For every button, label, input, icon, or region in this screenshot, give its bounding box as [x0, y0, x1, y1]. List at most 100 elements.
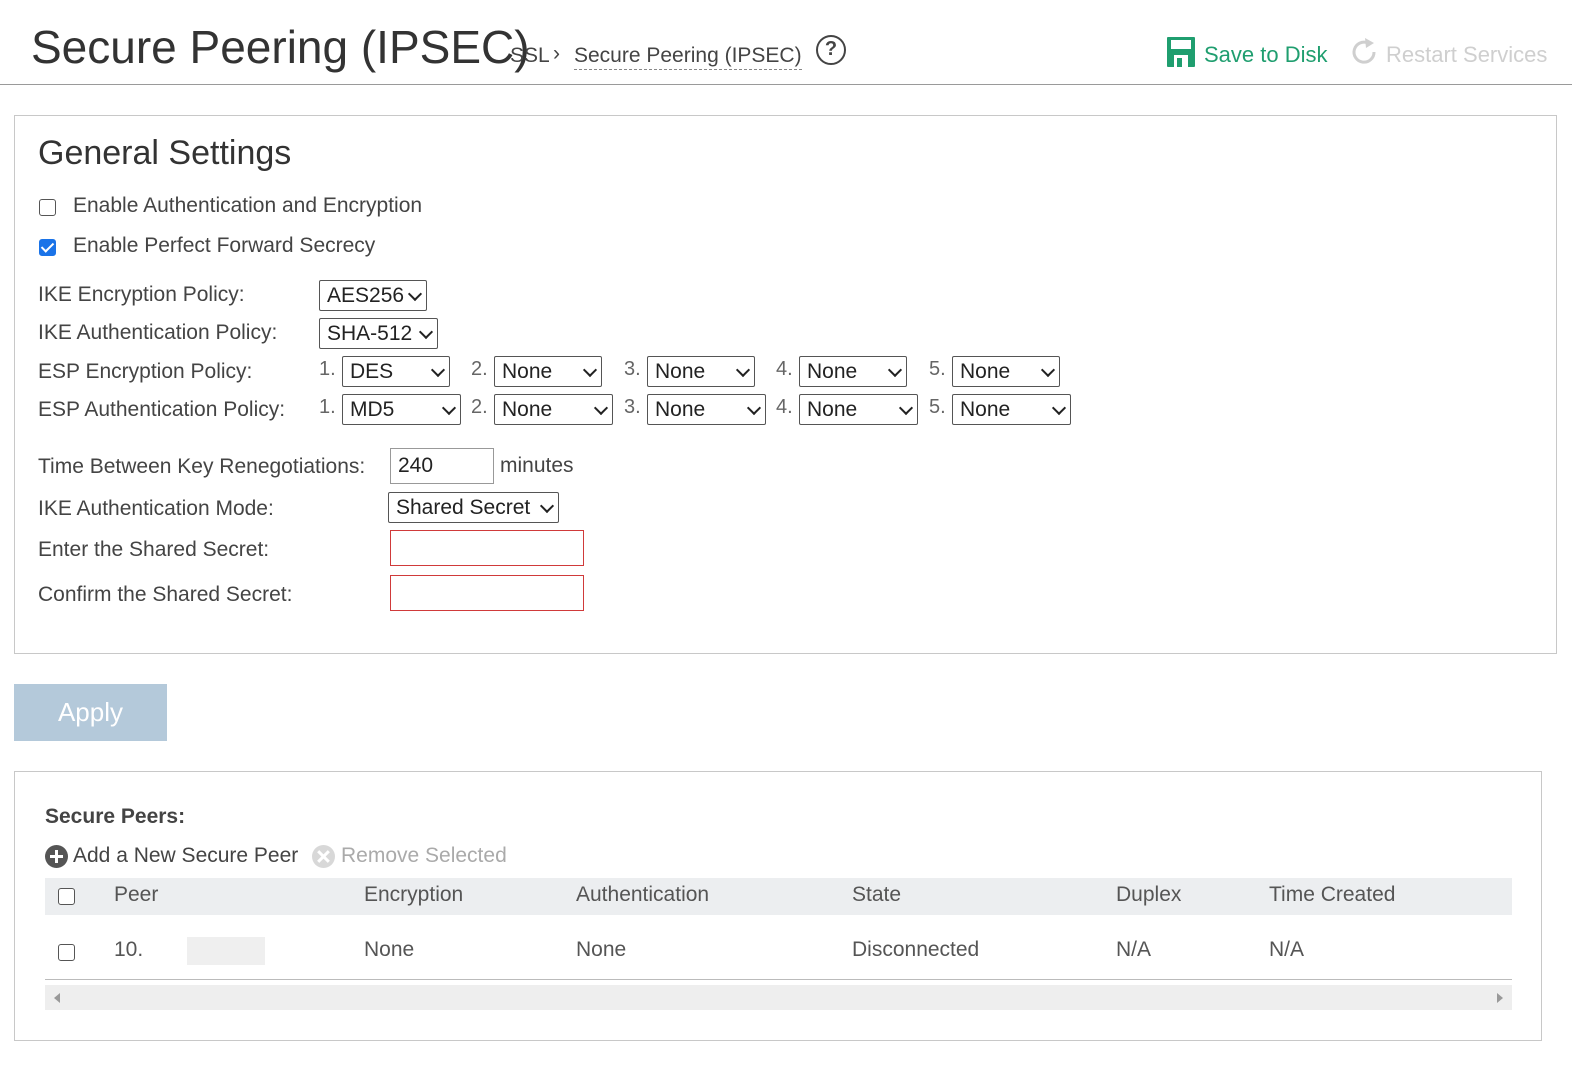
esp-auth-num-4: 4.	[776, 396, 793, 418]
confirm-secret-input[interactable]	[390, 575, 584, 611]
esp-encryption-select-5[interactable]: None	[952, 356, 1060, 387]
esp-encryption-value-4: None	[807, 360, 858, 383]
ike-auth-mode-label: IKE Authentication Mode:	[38, 497, 274, 520]
chevron-down-icon	[898, 400, 914, 416]
renegotiation-input[interactable]: 240	[390, 448, 494, 484]
chevron-down-icon	[418, 324, 434, 340]
esp-authentication-select-5[interactable]: None	[952, 394, 1071, 425]
column-authentication[interactable]: Authentication	[576, 883, 709, 907]
cell-time-created: N/A	[1269, 938, 1305, 961]
chevron-down-icon	[1051, 400, 1067, 416]
esp-authentication-value-1: MD5	[350, 398, 395, 421]
column-peer[interactable]: Peer	[114, 883, 158, 907]
add-secure-peer-button[interactable]: Add a New Secure Peer	[45, 844, 298, 868]
general-settings-title: General Settings	[38, 134, 292, 172]
esp-authentication-label: ESP Authentication Policy:	[38, 398, 286, 421]
column-time-created[interactable]: Time Created	[1269, 883, 1395, 907]
chevron-down-icon	[746, 400, 762, 416]
esp-encryption-value-5: None	[960, 360, 1011, 383]
enable-auth-encryption-label: Enable Authentication and Encryption	[73, 194, 423, 217]
refresh-icon	[1348, 36, 1380, 74]
ike-auth-mode-select[interactable]: Shared Secret	[388, 492, 559, 523]
esp-encryption-value-2: None	[502, 360, 553, 383]
esp-encryption-value-3: None	[655, 360, 706, 383]
redacted-address	[187, 937, 265, 965]
chevron-down-icon	[887, 362, 903, 378]
esp-encryption-select-4[interactable]: None	[799, 356, 907, 387]
esp-encryption-select-2[interactable]: None	[494, 356, 602, 387]
add-secure-peer-label: Add a New Secure Peer	[73, 844, 299, 867]
esp-enc-num-2: 2.	[471, 358, 488, 380]
cell-peer: 10.	[114, 938, 144, 961]
esp-authentication-select-4[interactable]: None	[799, 394, 918, 425]
help-icon[interactable]: ?	[816, 35, 846, 65]
restart-services-label: Restart Services	[1386, 42, 1548, 67]
column-duplex[interactable]: Duplex	[1116, 883, 1181, 907]
esp-encryption-select-1[interactable]: DES	[342, 356, 450, 387]
ike-encryption-label: IKE Encryption Policy:	[38, 283, 245, 306]
scroll-right-icon[interactable]	[1497, 993, 1503, 1003]
esp-authentication-select-3[interactable]: None	[647, 394, 766, 425]
esp-enc-num-4: 4.	[776, 358, 793, 380]
column-state[interactable]: State	[852, 883, 901, 907]
esp-authentication-select-2[interactable]: None	[494, 394, 613, 425]
peers-table-header: Peer Encryption Authentication State Dup…	[45, 878, 1512, 915]
breadcrumb-ssl[interactable]: SSL	[510, 44, 550, 68]
ike-encryption-select[interactable]: AES256	[319, 280, 427, 311]
remove-circle-icon	[312, 844, 335, 868]
esp-encryption-label: ESP Encryption Policy:	[38, 360, 253, 383]
ike-authentication-select[interactable]: SHA-512	[319, 318, 438, 349]
ike-auth-mode-value: Shared Secret	[396, 496, 531, 519]
cell-encryption: None	[364, 938, 415, 961]
chevron-down-icon	[582, 362, 598, 378]
ike-authentication-value: SHA-512	[327, 322, 413, 345]
table-row[interactable]: 10. None None Disconnected N/A N/A	[45, 915, 1512, 980]
chevron-down-icon	[735, 362, 751, 378]
esp-enc-num-3: 3.	[624, 358, 641, 380]
chevron-down-icon	[407, 286, 423, 302]
breadcrumb-current[interactable]: Secure Peering (IPSEC)	[574, 44, 802, 70]
chevron-down-icon	[593, 400, 609, 416]
column-encryption[interactable]: Encryption	[364, 883, 463, 907]
general-settings-panel: General Settings Enable Authentication a…	[14, 115, 1557, 654]
chevron-down-icon	[539, 498, 555, 514]
plus-circle-icon	[45, 844, 68, 868]
esp-encryption-value-1: DES	[350, 360, 394, 383]
select-all-checkbox[interactable]	[58, 888, 75, 905]
scroll-left-icon[interactable]	[54, 993, 60, 1003]
floppy-disk-icon	[1166, 36, 1196, 74]
enable-auth-encryption-checkbox[interactable]	[39, 199, 56, 216]
shared-secret-label: Enter the Shared Secret:	[38, 538, 270, 561]
apply-button[interactable]: Apply	[14, 684, 167, 741]
cell-authentication: None	[576, 938, 627, 961]
chevron-down-icon	[430, 362, 446, 378]
esp-authentication-select-1[interactable]: MD5	[342, 394, 461, 425]
esp-encryption-select-3[interactable]: None	[647, 356, 755, 387]
shared-secret-input[interactable]	[390, 530, 584, 566]
esp-authentication-value-2: None	[502, 398, 553, 421]
chevron-down-icon	[441, 400, 457, 416]
renegotiation-unit: minutes	[500, 454, 574, 477]
enable-pfs-checkbox[interactable]	[39, 239, 56, 256]
esp-auth-num-1: 1.	[319, 396, 336, 418]
chevron-down-icon	[1040, 362, 1056, 378]
remove-selected-label: Remove Selected	[341, 844, 507, 867]
save-to-disk-button[interactable]: Save to Disk	[1166, 36, 1328, 74]
breadcrumb-separator-icon: ›	[553, 42, 560, 65]
horizontal-scrollbar[interactable]	[45, 985, 1512, 1010]
page-title: Secure Peering (IPSEC)	[31, 21, 530, 73]
esp-auth-num-2: 2.	[471, 396, 488, 418]
remove-selected-button[interactable]: Remove Selected	[312, 844, 507, 868]
esp-auth-num-3: 3.	[624, 396, 641, 418]
esp-authentication-value-3: None	[655, 398, 706, 421]
restart-services-button[interactable]: Restart Services	[1348, 38, 1547, 72]
esp-enc-num-1: 1.	[319, 358, 336, 380]
esp-enc-num-5: 5.	[929, 358, 946, 380]
ike-encryption-value: AES256	[327, 284, 405, 307]
enable-pfs-label: Enable Perfect Forward Secrecy	[73, 234, 376, 257]
row-checkbox[interactable]	[58, 944, 75, 961]
esp-authentication-value-5: None	[960, 398, 1011, 421]
esp-auth-num-5: 5.	[929, 396, 946, 418]
renegotiation-label: Time Between Key Renegotiations:	[38, 455, 366, 478]
confirm-secret-label: Confirm the Shared Secret:	[38, 583, 293, 606]
